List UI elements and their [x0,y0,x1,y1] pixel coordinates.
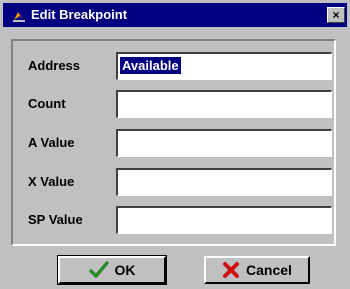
ok-button[interactable]: OK [58,256,166,284]
a-value-field[interactable] [116,129,332,157]
x-icon [223,262,240,278]
x-value-label: X Value [28,174,75,189]
sp-value-field[interactable] [116,206,332,234]
edit-breakpoint-dialog: Edit Breakpoint × Address Available Coun… [0,0,350,289]
cancel-label: Cancel [246,262,292,278]
close-button[interactable]: × [327,7,345,23]
address-label: Address [28,58,81,73]
title-bar[interactable]: Edit Breakpoint × [3,3,347,27]
checkmark-icon [88,261,109,278]
sp-value-label: SP Value [28,212,83,227]
address-field[interactable]: Available [116,52,332,80]
window-title: Edit Breakpoint [31,7,128,22]
x-value-field[interactable] [116,168,332,196]
count-label: Count [28,96,66,111]
count-field[interactable] [116,90,332,118]
breakpoint-icon [13,12,25,22]
close-icon: × [332,8,340,22]
ok-label: OK [114,262,136,278]
address-field-value: Available [120,57,181,74]
a-value-label: A Value [28,135,75,150]
cancel-button[interactable]: Cancel [204,256,310,284]
